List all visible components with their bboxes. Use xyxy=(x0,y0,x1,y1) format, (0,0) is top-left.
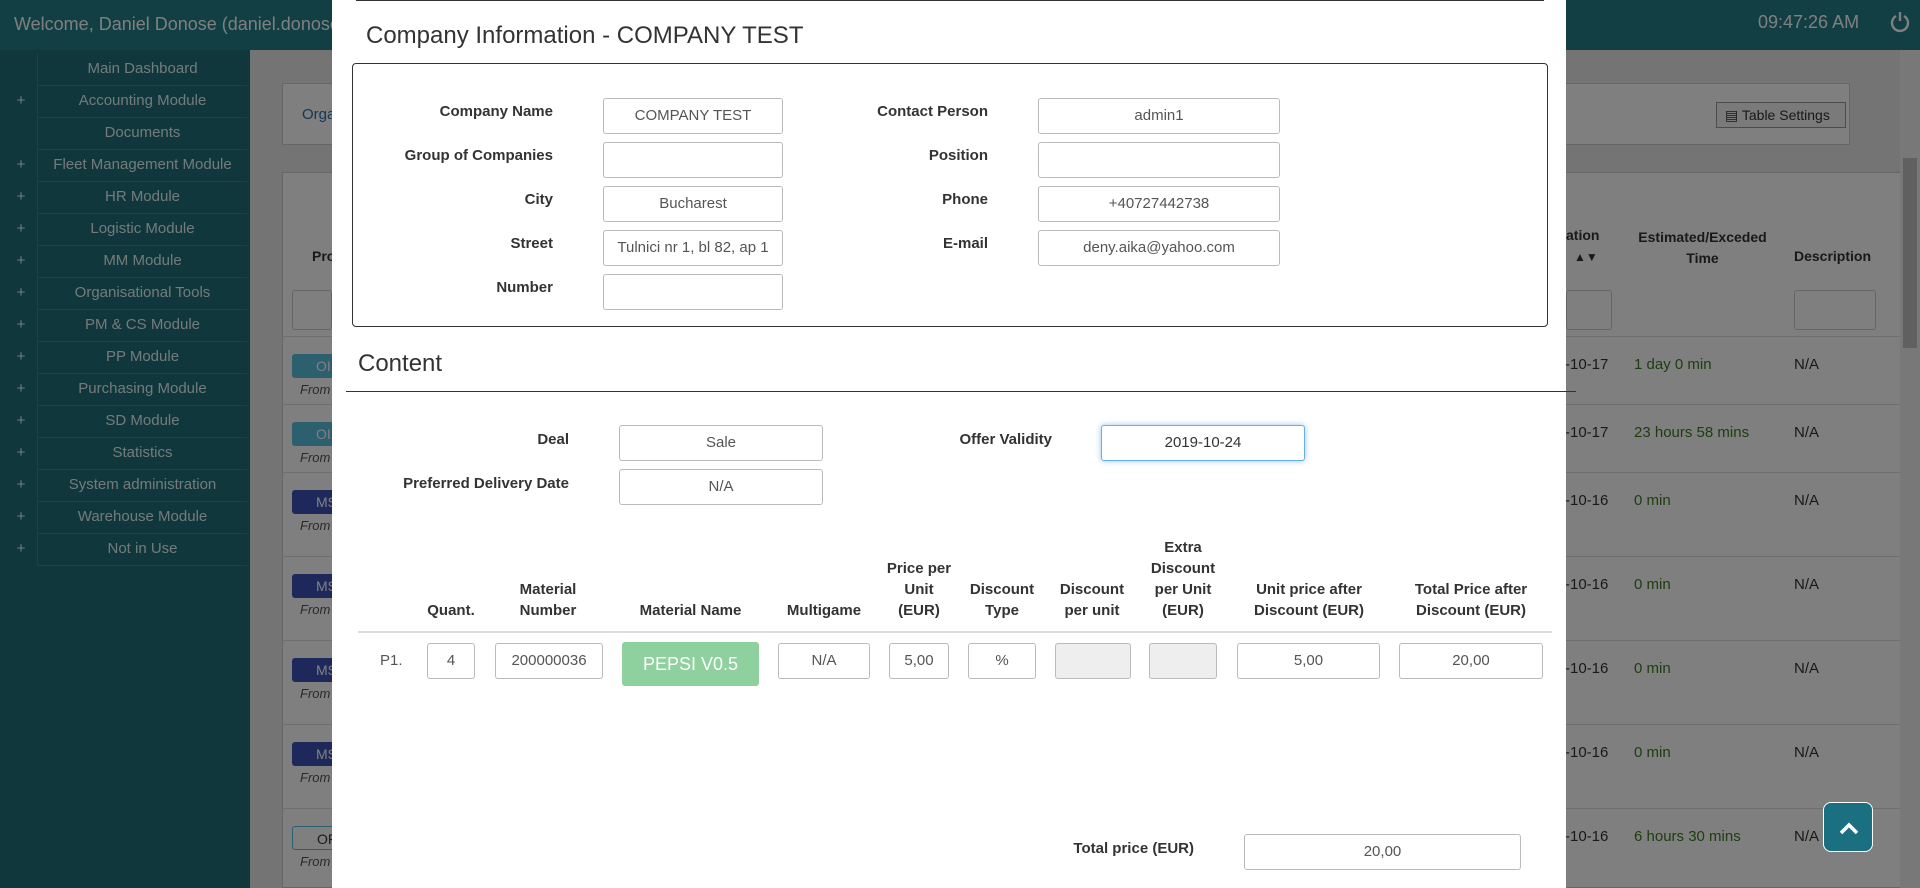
col-discount-per-unit: Discount per unit xyxy=(1059,581,1125,619)
contact-field[interactable]: admin1 xyxy=(1038,98,1280,134)
col-quant: Quant. xyxy=(427,602,475,619)
price-per-unit-field[interactable]: 5,00 xyxy=(889,643,949,679)
phone-label: Phone xyxy=(942,191,988,208)
divider xyxy=(346,391,1576,392)
col-unit-price-after: Unit price after Discount (EUR) xyxy=(1254,581,1364,619)
city-label: City xyxy=(524,191,553,208)
col-price-per-unit: Price per Unit (EUR) xyxy=(886,560,952,619)
email-label: E-mail xyxy=(942,235,988,252)
unit-price-after-field[interactable]: 5,00 xyxy=(1237,643,1380,679)
email-field[interactable]: deny.aika@yahoo.com xyxy=(1038,230,1280,266)
company-name-field[interactable]: COMPANY TEST xyxy=(603,98,783,134)
contact-label: Contact Person xyxy=(877,103,988,120)
material-name-button[interactable]: PEPSI V0.5 xyxy=(622,642,759,686)
col-discount-type: Discount Type xyxy=(969,581,1035,619)
group-field[interactable] xyxy=(603,142,783,178)
col-multigame: Multigame xyxy=(786,602,862,619)
company-name-label: Company Name xyxy=(439,103,553,120)
offer-validity-label: Offer Validity xyxy=(959,431,1052,448)
position-label: Position xyxy=(928,147,988,164)
discount-type-select[interactable]: % xyxy=(968,643,1036,679)
number-label: Number xyxy=(496,279,553,296)
position-field[interactable] xyxy=(1038,142,1280,178)
row-label: P1. xyxy=(380,652,403,669)
col-material-name: Material Name xyxy=(639,602,742,619)
number-field[interactable] xyxy=(603,274,783,310)
chevron-up-icon xyxy=(1839,822,1859,835)
material-number-field[interactable]: 200000036 xyxy=(495,643,603,679)
group-label: Group of Companies xyxy=(404,147,553,164)
delivery-date-field[interactable]: N/A xyxy=(619,469,823,505)
street-label: Street xyxy=(510,235,553,252)
street-field[interactable]: Tulnici nr 1, bl 82, ap 1 xyxy=(603,230,783,266)
extra-discount-field xyxy=(1149,643,1217,679)
col-material-number: Material Number xyxy=(519,581,577,619)
scroll-to-top-button[interactable] xyxy=(1823,802,1873,852)
col-total-price-after: Total Price after Discount (EUR) xyxy=(1414,581,1528,619)
delivery-date-label: Preferred Delivery Date xyxy=(403,475,569,492)
company-info-title: Company Information - COMPANY TEST xyxy=(366,22,804,49)
quant-field[interactable]: 4 xyxy=(427,643,475,679)
content-title: Content xyxy=(358,350,443,377)
divider xyxy=(356,0,1544,1)
multigame-field[interactable]: N/A xyxy=(778,643,870,679)
col-extra-discount: Extra Discount per Unit (EUR) xyxy=(1150,539,1216,619)
table-header-divider xyxy=(358,631,1552,633)
phone-field[interactable]: +40727442738 xyxy=(1038,186,1280,222)
deal-field[interactable]: Sale xyxy=(619,425,823,461)
discount-per-unit-field xyxy=(1055,643,1131,679)
total-price-after-field[interactable]: 20,00 xyxy=(1399,643,1543,679)
offer-validity-field[interactable]: 2019-10-24 xyxy=(1101,425,1305,461)
city-field[interactable]: Bucharest xyxy=(603,186,783,222)
total-price-label: Total price (EUR) xyxy=(1073,840,1194,857)
deal-label: Deal xyxy=(537,431,569,448)
total-price-field[interactable]: 20,00 xyxy=(1244,834,1521,870)
